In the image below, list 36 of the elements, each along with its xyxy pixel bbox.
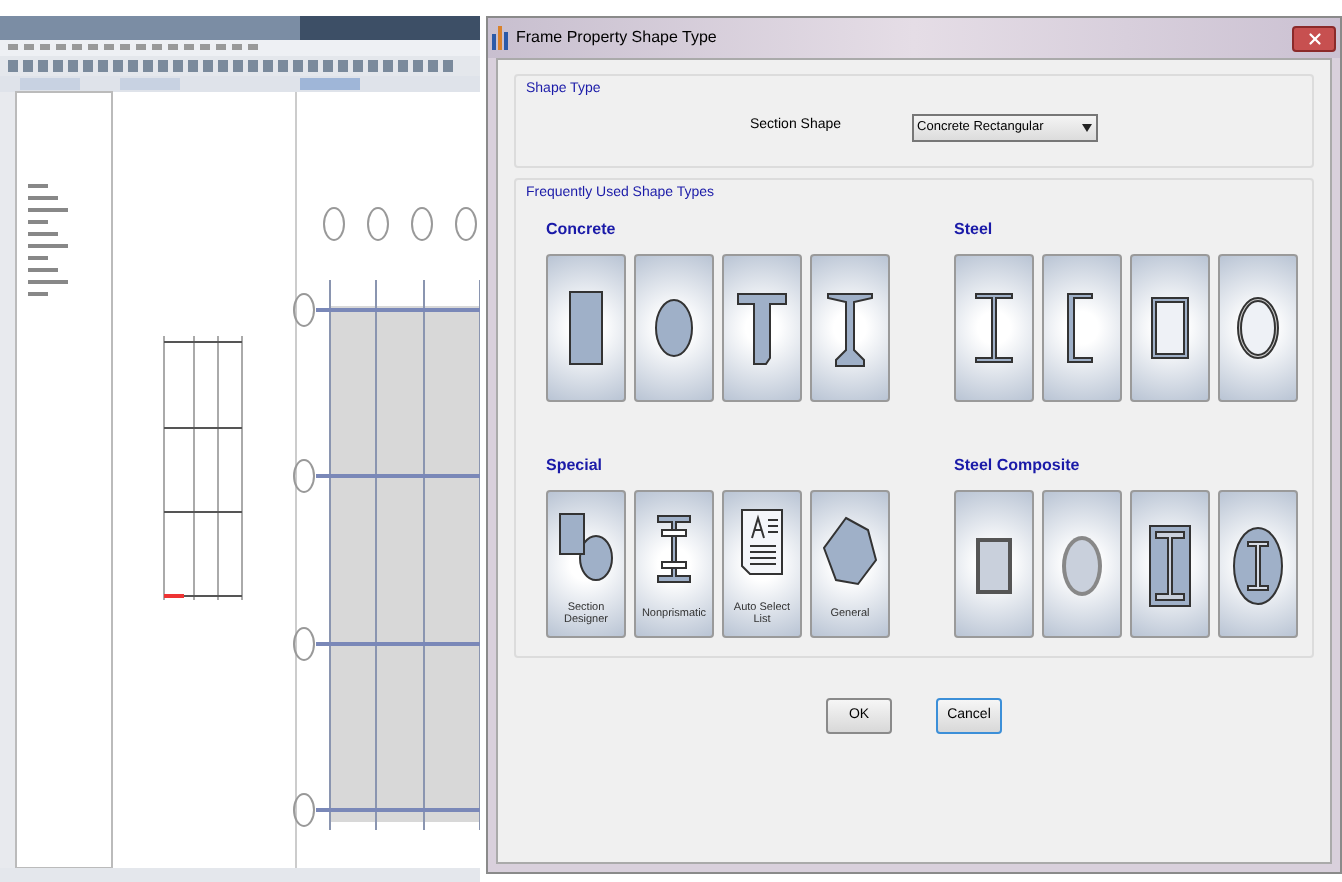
group-title: Concrete (546, 217, 618, 241)
section-shape-icon (1067, 292, 1093, 362)
section-shape-icon (975, 292, 1013, 362)
dropdown-caret-icon (1081, 123, 1092, 131)
section-shape-icon (655, 298, 693, 356)
shape-type-button[interactable] (954, 253, 1034, 401)
group-title: Steel (954, 217, 995, 241)
section-shape-icon (827, 292, 873, 366)
app-logo-icon (492, 26, 512, 50)
shape-type-button[interactable] (722, 253, 802, 401)
shape-type-button[interactable] (1130, 253, 1210, 401)
close-icon (1305, 29, 1323, 47)
shape-type-button[interactable] (1042, 253, 1122, 401)
section-shape-icon (737, 292, 787, 364)
section-shape-icon (657, 514, 691, 582)
section-shape-icon (1233, 526, 1283, 604)
section-shape-icon (822, 515, 878, 585)
shape-type-button[interactable] (634, 253, 714, 401)
shape-type-button[interactable] (1218, 253, 1298, 401)
group-title: Special (546, 453, 605, 477)
section-shape-icon (741, 508, 783, 574)
section-shape-icon (569, 290, 603, 364)
section-shape-icon (1237, 296, 1279, 358)
close-button[interactable] (1292, 25, 1336, 51)
shape-type-button[interactable] (546, 253, 626, 401)
dialog-title: Frame Property Shape Type (516, 26, 717, 50)
section-shape-icon (1149, 524, 1191, 606)
section-shape-icon (1062, 535, 1102, 595)
shape-type-button[interactable] (810, 253, 890, 401)
group-title: Steel Composite (954, 453, 1082, 477)
shape-type-button[interactable] (954, 489, 1034, 637)
section-shape-icon (1151, 296, 1189, 358)
shape-type-button[interactable] (1130, 489, 1210, 637)
shape-type-button[interactable] (1218, 489, 1298, 637)
section-shape-icon (559, 512, 613, 580)
section-shape-icon (976, 537, 1012, 593)
